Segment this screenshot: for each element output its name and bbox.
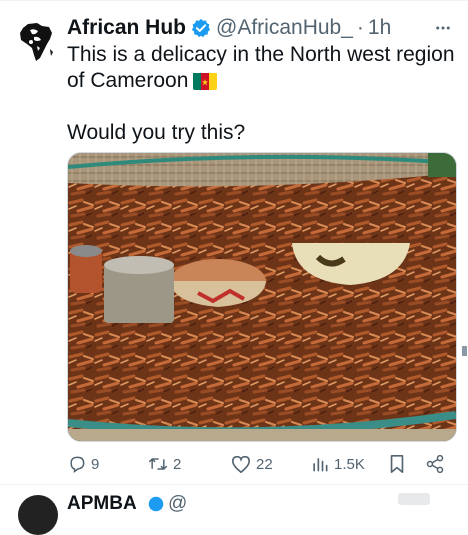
tweet-text-line: This is a delicacy in the North west reg…	[67, 43, 455, 66]
avatar[interactable]	[12, 18, 58, 64]
tweet-header: African Hub @AfricanHub_ · 1h	[67, 14, 391, 42]
share-icon	[426, 454, 444, 474]
africa-logo-icon	[12, 18, 58, 64]
share-button[interactable]	[425, 452, 449, 476]
reply-icon	[70, 456, 85, 473]
handle[interactable]: @AfricanHub_	[216, 16, 353, 40]
tweet-photo[interactable]	[67, 152, 457, 442]
scrollbar-thumb[interactable]	[462, 346, 467, 356]
like-button[interactable]: 22	[230, 452, 273, 476]
cameroon-flag-icon	[193, 72, 218, 90]
tweet-text-line: of Cameroon	[67, 68, 457, 94]
grasshoppers-basket-photo-icon	[68, 153, 456, 441]
bookmark-button[interactable]	[387, 452, 411, 476]
avatar[interactable]	[18, 495, 58, 535]
next-tweet-preview[interactable]: APMBA @	[0, 484, 468, 535]
tweet-text: This is a delicacy in the North west reg…	[67, 42, 457, 146]
timestamp[interactable]: 1h	[368, 16, 391, 40]
follow-button[interactable]	[398, 493, 430, 505]
reply-button[interactable]: 9	[67, 452, 99, 476]
more-dots-icon	[436, 26, 450, 30]
bookmark-icon	[390, 455, 404, 473]
view-count: 1.5K	[334, 455, 365, 473]
verified-badge-icon	[191, 18, 211, 38]
display-name[interactable]: African Hub	[67, 16, 186, 40]
tweet-actions: 9 2 22 1.5K	[67, 452, 457, 476]
tweet-text-segment: of Cameroon	[67, 69, 189, 92]
repost-icon	[148, 458, 168, 470]
handle[interactable]: @	[168, 493, 187, 515]
reply-count: 9	[91, 455, 100, 473]
verified-badge-icon	[148, 496, 164, 512]
analytics-icon	[313, 458, 328, 472]
display-name[interactable]: APMBA	[67, 493, 137, 515]
repost-button[interactable]: 2	[147, 452, 181, 476]
more-options-button[interactable]	[425, 16, 461, 40]
views-button[interactable]: 1.5K	[310, 452, 365, 476]
repost-count: 2	[173, 455, 182, 473]
tweet-text-line: Would you try this?	[67, 121, 246, 144]
heart-icon	[231, 455, 251, 474]
tweet-card[interactable]: African Hub @AfricanHub_ · 1h This is a …	[0, 0, 468, 485]
like-count: 22	[256, 455, 273, 473]
separator-dot: ·	[356, 16, 364, 39]
